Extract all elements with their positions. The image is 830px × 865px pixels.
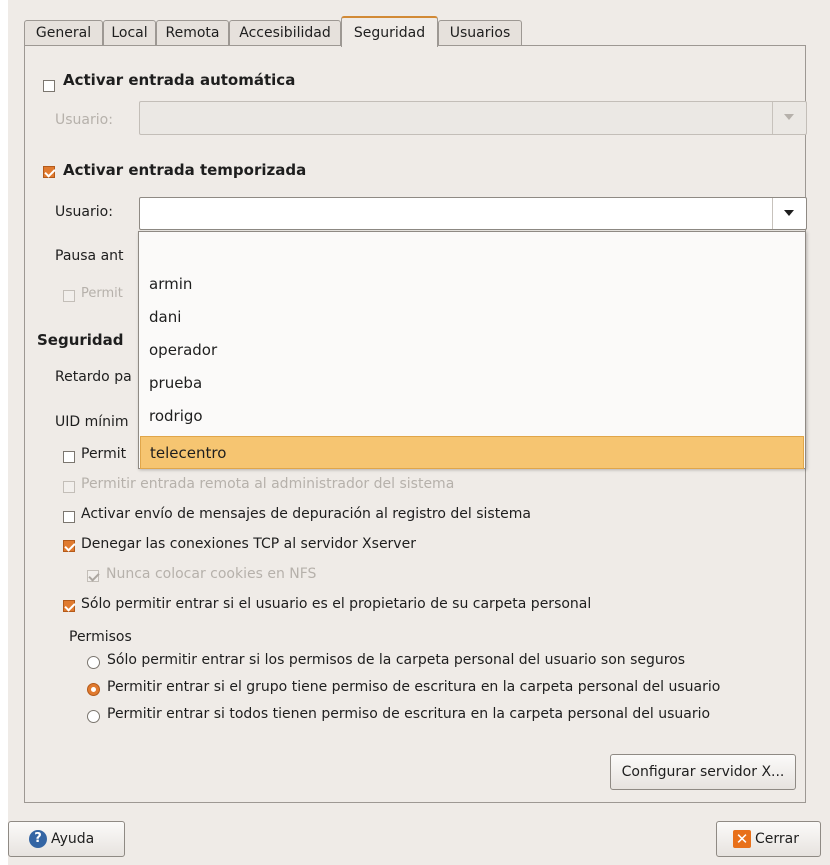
permit-option-checkbox[interactable] xyxy=(63,451,75,463)
remote-admin-label: Permitir entrada remota al administrador… xyxy=(81,476,455,492)
tab-seguridad[interactable]: Seguridad xyxy=(341,16,438,47)
help-icon: ? xyxy=(29,830,47,848)
tab-local[interactable]: Local xyxy=(103,20,156,46)
timed-login-checkbox[interactable] xyxy=(43,166,55,178)
dropdown-option-operador[interactable]: operador xyxy=(140,334,804,367)
deny-tcp-label: Denegar las conexiones TCP al servidor X… xyxy=(81,536,416,552)
permit-timed-checkbox xyxy=(63,290,75,302)
auto-login-label: Activar entrada automática xyxy=(63,71,296,89)
close-icon: ✕ xyxy=(733,830,751,848)
tab-general[interactable]: General xyxy=(24,20,103,46)
permisos-all-radio[interactable] xyxy=(87,710,100,723)
tab-accesibilidad[interactable]: Accesibilidad xyxy=(229,20,341,46)
deny-tcp-checkbox[interactable] xyxy=(63,540,75,552)
permit-option-label: Permit xyxy=(81,446,127,462)
help-button-label: Ayuda xyxy=(51,831,95,847)
remote-admin-checkbox xyxy=(63,481,75,493)
nfs-cookies-label: Nunca colocar cookies en NFS xyxy=(106,566,317,582)
min-uid-label: UID mínim xyxy=(55,414,129,430)
auto-login-user-combo xyxy=(139,101,807,135)
dropdown-option-rodrigo[interactable]: rodrigo xyxy=(140,400,804,433)
permisos-group-radio[interactable] xyxy=(87,683,100,696)
debug-messages-checkbox[interactable] xyxy=(63,511,75,523)
security-section-heading: Seguridad xyxy=(37,331,124,349)
auto-login-checkbox[interactable] xyxy=(43,80,55,92)
permisos-label: Permisos xyxy=(69,629,132,645)
tab-remota[interactable]: Remota xyxy=(156,20,229,46)
user-dropdown-list: armin dani operador prueba rodrigo telec… xyxy=(138,231,806,469)
auto-login-user-label: Usuario: xyxy=(55,112,113,128)
owner-only-label: Sólo permitir entrar si el usuario es el… xyxy=(81,596,592,612)
help-button[interactable]: ? Ayuda xyxy=(8,821,125,857)
close-button[interactable]: ✕ Cerrar xyxy=(716,821,821,857)
chevron-down-icon[interactable] xyxy=(772,198,806,229)
close-button-label: Cerrar xyxy=(755,831,799,847)
dropdown-option-armin[interactable]: armin xyxy=(140,268,804,301)
configure-xserver-button[interactable]: Configurar servidor X... xyxy=(610,754,796,790)
permisos-group-label: Permitir entrar si el grupo tiene permis… xyxy=(107,679,721,695)
permisos-secure-label: Sólo permitir entrar si los permisos de … xyxy=(107,652,686,668)
dropdown-option-empty[interactable] xyxy=(140,234,804,267)
timed-login-label: Activar entrada temporizada xyxy=(63,161,307,179)
retry-delay-label: Retardo pa xyxy=(55,369,132,385)
nfs-cookies-checkbox xyxy=(87,570,99,582)
permisos-secure-radio[interactable] xyxy=(87,656,100,669)
tab-usuarios[interactable]: Usuarios xyxy=(438,20,522,46)
permisos-all-label: Permitir entrar si todos tienen permiso … xyxy=(107,706,711,722)
dropdown-option-telecentro[interactable]: telecentro xyxy=(140,436,804,469)
timed-login-user-label: Usuario: xyxy=(55,204,113,220)
debug-messages-label: Activar envío de mensajes de depuración … xyxy=(81,506,532,522)
owner-only-checkbox[interactable] xyxy=(63,600,75,612)
timed-login-user-combo[interactable] xyxy=(139,197,807,230)
pause-label: Pausa ant xyxy=(55,248,124,264)
dropdown-option-prueba[interactable]: prueba xyxy=(140,367,804,400)
dropdown-option-dani[interactable]: dani xyxy=(140,301,804,334)
chevron-down-icon xyxy=(772,102,806,134)
permit-timed-label: Permit xyxy=(81,286,123,301)
